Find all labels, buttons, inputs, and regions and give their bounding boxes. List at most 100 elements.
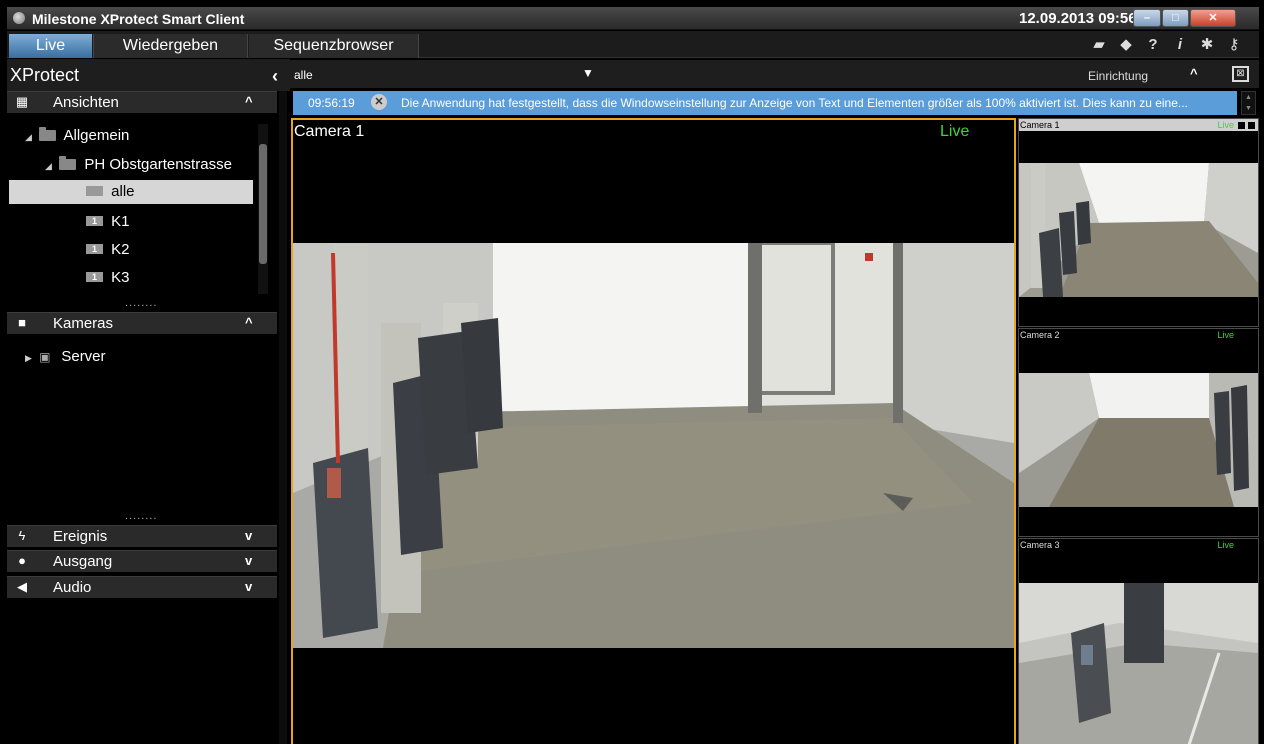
- tree-view-label: alle: [111, 183, 135, 200]
- tree-view-k2[interactable]: K2: [86, 238, 130, 262]
- expand-arrow-icon[interactable]: ▶: [25, 346, 35, 370]
- chevron-down-icon[interactable]: v: [245, 553, 252, 568]
- panel-event-header[interactable]: ϟ Ereignis v: [7, 525, 277, 547]
- camera-title: Camera 1: [294, 123, 365, 140]
- smart-client-window: Milestone XProtect Smart Client 12.09.20…: [0, 0, 1264, 744]
- chevron-down-icon[interactable]: v: [245, 528, 252, 543]
- panel-audio-header[interactable]: ◀ Audio v: [7, 576, 277, 598]
- panel-cameras-label: Kameras: [53, 315, 114, 332]
- maximize-icon: □: [1172, 12, 1179, 24]
- tab-live[interactable]: Live: [9, 34, 92, 58]
- tab-playback[interactable]: Wiedergeben: [93, 34, 248, 58]
- tree-folder-allgemein[interactable]: ◢ Allgemein: [25, 124, 129, 148]
- tree-view-k3[interactable]: K3: [86, 266, 130, 290]
- scroll-down-icon[interactable]: ▼: [1242, 103, 1255, 114]
- main-camera-view[interactable]: Camera 1 Live: [291, 118, 1016, 744]
- tree-server[interactable]: ▶ ▣ Server: [25, 345, 106, 369]
- key-icon[interactable]: ⚷: [1225, 35, 1243, 55]
- panel-resize-grip[interactable]: ........: [125, 297, 157, 309]
- panel-audio-label: Audio: [53, 579, 92, 596]
- single-view-icon: [86, 240, 103, 258]
- record-icon[interactable]: ◆: [1117, 35, 1135, 55]
- notification-time: 09:56:19: [308, 96, 355, 110]
- panel-event-label: Ereignis: [53, 528, 108, 545]
- camera-video-feed: [293, 243, 1014, 648]
- tree-view-label: K1: [111, 213, 130, 230]
- thumbnail-camera-3[interactable]: Camera 3 Live: [1018, 538, 1259, 744]
- sidebar-splitter[interactable]: [279, 91, 287, 744]
- chevron-up-icon[interactable]: ^: [1190, 66, 1198, 81]
- tree-view-label: K3: [111, 269, 130, 286]
- sidebar: XProtect ‹ ▦ Ansichten ^ ◢ Allgemein ◢ P…: [7, 59, 290, 744]
- dropdown-arrow-icon[interactable]: ▼: [582, 66, 594, 80]
- speaker-icon: ◀: [17, 579, 27, 594]
- tree-folder-ph-obstgartenstrasse[interactable]: ◢ PH Obstgartenstrasse: [45, 153, 232, 177]
- help-icon[interactable]: ?: [1144, 35, 1162, 55]
- close-button[interactable]: ✕: [1190, 9, 1236, 27]
- thumbnail-live-badge: Live: [1217, 540, 1234, 550]
- thumbnail-header: Camera 1 Live: [1019, 119, 1258, 131]
- title-bar: Milestone XProtect Smart Client 12.09.20…: [7, 7, 1259, 30]
- notification-text: Die Anwendung hat festgestellt, dass die…: [401, 96, 1188, 110]
- minimize-icon: –: [1143, 12, 1151, 24]
- thumbnail-video-feed: [1019, 163, 1258, 297]
- multi-view-icon: [86, 186, 103, 196]
- panel-resize-grip[interactable]: ........: [125, 510, 157, 522]
- thumbnail-video-feed: [1019, 583, 1258, 744]
- scroll-up-icon[interactable]: ▲: [1242, 92, 1255, 103]
- tree-view-label: K2: [111, 241, 130, 258]
- panel-views-label: Ansichten: [53, 94, 119, 111]
- expand-arrow-icon[interactable]: ◢: [45, 154, 55, 178]
- settings-icon[interactable]: ✱: [1198, 35, 1216, 55]
- sidebar-header: XProtect ‹: [7, 59, 290, 91]
- window-title: Milestone XProtect Smart Client: [32, 11, 245, 27]
- lightbulb-icon: ●: [18, 553, 26, 568]
- thumbnail-camera-2[interactable]: Camera 2 Live: [1018, 328, 1259, 537]
- chevron-up-icon[interactable]: ^: [245, 315, 253, 330]
- grid-icon: ▦: [15, 94, 29, 109]
- panel-views-header[interactable]: ▦ Ansichten ^: [7, 91, 277, 113]
- views-scrollbar-thumb[interactable]: [259, 144, 267, 264]
- close-icon: ✕: [1208, 12, 1218, 24]
- tree-view-alle[interactable]: alle: [9, 180, 253, 204]
- setup-button[interactable]: Einrichtung: [1088, 69, 1148, 83]
- server-icon: ▣: [39, 350, 51, 364]
- dismiss-notification-button[interactable]: ✕: [371, 94, 387, 110]
- folder-icon: [39, 127, 57, 141]
- tab-sequence-explorer[interactable]: Sequenzbrowser: [249, 34, 419, 58]
- panel-output-header[interactable]: ● Ausgang v: [7, 550, 277, 572]
- minimize-button[interactable]: –: [1133, 9, 1161, 27]
- camera-link-icon[interactable]: ▰: [1090, 35, 1108, 55]
- thumbnail-camera-name: Camera 1: [1020, 120, 1060, 130]
- views-scrollbar[interactable]: [258, 124, 268, 294]
- panel-cameras-header[interactable]: ■ Kameras ^: [7, 312, 277, 334]
- thumbnail-header: Camera 3 Live: [1019, 539, 1258, 551]
- expand-arrow-icon[interactable]: ◢: [25, 125, 35, 149]
- notification-scrollbar[interactable]: ▲ ▼: [1241, 91, 1256, 115]
- single-view-icon: [86, 212, 103, 230]
- mode-tab-bar: Live Wiedergeben Sequenzbrowser ▰ ◆ ? i …: [7, 31, 1259, 58]
- info-icon[interactable]: i: [1171, 35, 1189, 55]
- camera-thumbnail-column: Camera 1 Live Camera 2 Live Camera 3 Liv…: [1018, 118, 1259, 744]
- chevron-up-icon[interactable]: ^: [245, 94, 253, 109]
- thumbnail-indicator-icon: [1238, 122, 1245, 129]
- thumbnail-camera-name: Camera 3: [1020, 540, 1060, 550]
- thumbnail-indicator-icon: [1248, 122, 1255, 129]
- tree-server-label: Server: [61, 348, 106, 365]
- thumbnail-camera-1[interactable]: Camera 1 Live: [1018, 118, 1259, 327]
- fullscreen-icon[interactable]: ⊠: [1232, 66, 1249, 82]
- notification-bar: 09:56:19 ✕ Die Anwendung hat festgestell…: [293, 91, 1237, 115]
- folder-icon: [59, 156, 77, 170]
- maximize-button[interactable]: □: [1162, 9, 1189, 27]
- camera-icon: ■: [18, 315, 26, 330]
- thumbnail-header: Camera 2 Live: [1019, 329, 1258, 341]
- tree-folder-label: PH Obstgartenstrasse: [84, 156, 232, 173]
- live-status-badge: Live: [940, 123, 970, 140]
- tree-view-k1[interactable]: K1: [86, 210, 130, 234]
- collapse-sidebar-icon[interactable]: ‹: [272, 66, 278, 87]
- app-logo-icon: [13, 12, 25, 24]
- chevron-down-icon[interactable]: v: [245, 579, 252, 594]
- view-selector[interactable]: alle: [294, 68, 313, 82]
- single-view-icon: [86, 268, 103, 286]
- thumbnail-live-badge: Live: [1217, 330, 1234, 340]
